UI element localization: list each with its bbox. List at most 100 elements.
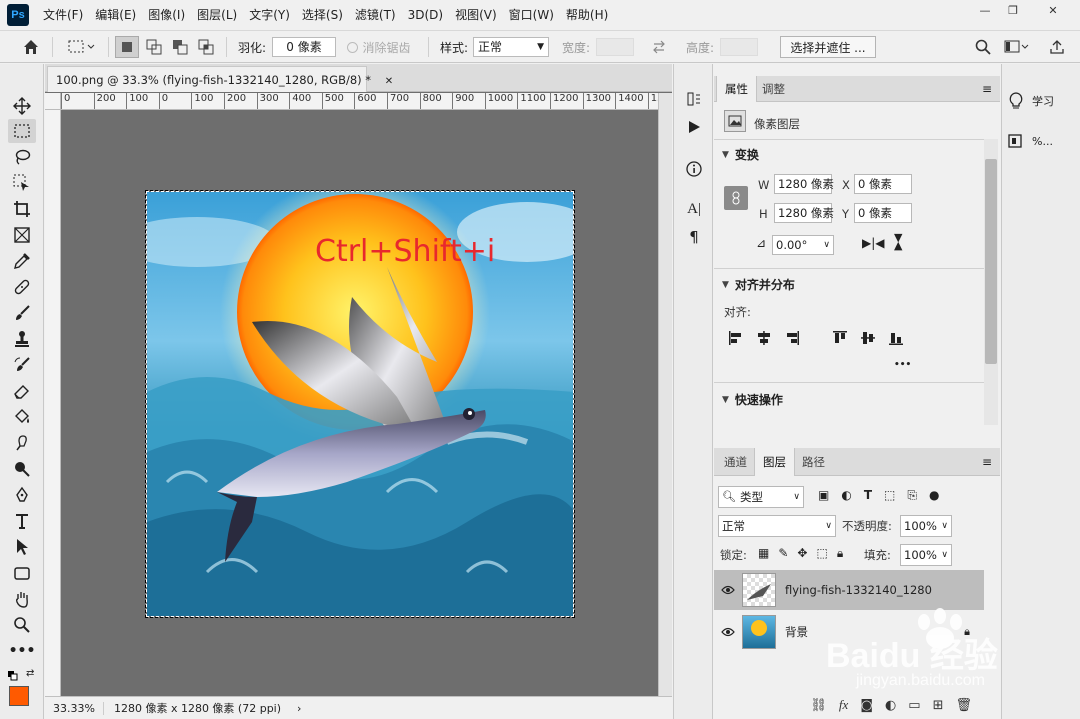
search-button[interactable] [972,36,994,58]
marquee-preset-picker[interactable] [62,36,102,58]
align-center-h-icon[interactable] [756,330,772,349]
swap-dimensions-button[interactable] [648,36,670,58]
smudge-tool[interactable] [8,431,36,455]
history-brush-tool[interactable] [8,353,36,377]
close-icon[interactable]: ✕ [385,76,393,87]
lasso-tool[interactable] [8,145,36,169]
shape-filter-icon[interactable]: ⬚ [884,488,895,503]
tab-layers[interactable]: 图层 [754,448,795,476]
adjustment-filter-icon[interactable]: ◐ [841,488,851,503]
menu-window[interactable]: 窗口(W) [503,0,560,30]
info-panel-button[interactable] [683,158,705,180]
align-top-icon[interactable] [832,330,848,349]
foreground-color-swatch[interactable] [9,686,29,706]
default-colors-icon[interactable] [8,670,18,681]
close-window-button[interactable]: ✕ [1040,0,1066,20]
move-tool[interactable] [8,94,36,118]
menu-help[interactable]: 帮助(H) [560,0,614,30]
subtract-selection-button[interactable] [168,36,192,58]
height-input[interactable] [720,38,758,56]
style-select[interactable]: 正常 ▼ [473,37,549,57]
rect-marquee-tool[interactable] [8,119,36,143]
tab-adjustments[interactable]: 调整 [754,76,793,102]
align-left-icon[interactable] [728,330,744,349]
tab-paths[interactable]: 路径 [794,448,833,476]
object-selection-tool[interactable] [8,171,36,195]
lock-transparency-icon[interactable]: ▦ [758,546,769,561]
angle-field[interactable]: 0.00° ∨ [772,235,834,255]
menu-image[interactable]: 图像(I) [142,0,191,30]
menu-3d[interactable]: 3D(D) [402,0,449,30]
align-section-header[interactable]: ▼ 对齐并分布 [722,276,795,293]
libraries-panel-button[interactable]: %... [1008,128,1078,154]
image-canvas[interactable]: Ctrl+Shift+i [145,190,575,618]
opacity-field[interactable]: 100% ∨ [900,515,952,537]
layer-filter-select[interactable]: 🔍︎ 类型 ∨ [718,486,804,508]
quick-actions-header[interactable]: ▼ 快速操作 [722,391,783,408]
smart-object-filter-icon[interactable]: ⎘ [907,488,917,503]
panel-menu-icon[interactable]: ≡ [982,82,992,96]
home-button[interactable] [18,36,44,58]
document-tab[interactable]: 100.png @ 33.3% (flying-fish-1332140_128… [47,66,393,92]
filter-toggle-icon[interactable]: ● [929,488,939,503]
layer-name[interactable]: flying-fish-1332140_1280 [785,583,932,597]
swap-colors-icon[interactable]: ⇄ [26,668,38,680]
paragraph-panel-button[interactable]: ¶ [683,226,705,248]
menu-view[interactable]: 视图(V) [449,0,503,30]
path-selection-tool[interactable] [8,535,36,559]
dodge-tool[interactable] [8,457,36,481]
healing-brush-tool[interactable] [8,275,36,299]
minimize-button[interactable]: — [972,0,998,20]
height-field[interactable]: 1280 像素 [774,203,834,223]
status-more-button[interactable]: › [291,702,307,715]
select-and-mask-button[interactable]: 选择并遮住 ... [780,36,876,58]
vertical-ruler[interactable] [45,110,61,696]
horizontal-ruler[interactable]: 0 200 100 0 100 200 300 400 500 600 700 800 900 1000 1… [61,93,658,110]
menu-select[interactable]: 选择(S) [296,0,349,30]
frame-tool[interactable] [8,223,36,247]
lock-all-icon[interactable]: 🔒︎ [837,546,843,561]
menu-edit[interactable]: 编辑(E) [89,0,142,30]
history-panel-button[interactable] [683,88,705,110]
width-field[interactable]: 1280 像素 [774,174,834,194]
hand-tool[interactable] [8,587,36,611]
blend-mode-select[interactable]: 正常 ∨ [718,515,836,537]
add-selection-button[interactable] [142,36,166,58]
menu-type[interactable]: 文字(Y) [243,0,296,30]
y-position-field[interactable]: 0 像素 [854,203,912,223]
flip-horizontal-icon[interactable]: ▶|◀ [862,236,885,250]
link-dimensions-button[interactable] [724,186,748,210]
lock-pixels-icon[interactable]: ✎ [778,546,788,561]
rectangle-tool[interactable] [8,561,36,585]
transform-section-header[interactable]: ▼ 变换 [722,146,759,163]
intersect-selection-button[interactable] [194,36,218,58]
link-layers-icon[interactable]: ⛓ [810,698,827,713]
character-panel-button[interactable]: A| [683,198,705,220]
share-button[interactable] [1046,36,1068,58]
vertical-scrollbar[interactable] [658,93,672,696]
new-selection-button[interactable] [115,36,139,58]
menu-filter[interactable]: 滤镜(T) [349,0,402,30]
eyedropper-tool[interactable] [8,249,36,273]
more-align-options[interactable]: ••• [894,360,911,370]
flip-vertical-icon[interactable]: ▼ ▲ [894,232,902,251]
zoom-level[interactable]: 33.33% [45,701,104,715]
zoom-tool[interactable] [8,613,36,637]
lock-artboard-icon[interactable]: ⬚ [816,546,827,561]
align-bottom-icon[interactable] [888,330,904,349]
workspace-button[interactable] [1002,36,1032,58]
tab-properties[interactable]: 属性 [716,76,757,102]
x-position-field[interactable]: 0 像素 [854,174,912,194]
paint-bucket-tool[interactable] [8,405,36,429]
menu-layer[interactable]: 图层(L) [191,0,243,30]
layer-name[interactable]: 背景 [785,624,808,640]
type-filter-icon[interactable]: T [864,488,872,503]
photoshop-logo[interactable]: Ps [7,4,29,26]
restore-button[interactable]: ❐ [1000,0,1026,20]
eye-icon[interactable] [714,585,742,595]
eye-icon[interactable] [714,627,742,637]
learn-panel-button[interactable]: 学习 [1008,88,1078,114]
fill-field[interactable]: 100% ∨ [900,544,952,566]
tab-channels[interactable]: 通道 [716,448,755,476]
clone-stamp-tool[interactable] [8,327,36,351]
